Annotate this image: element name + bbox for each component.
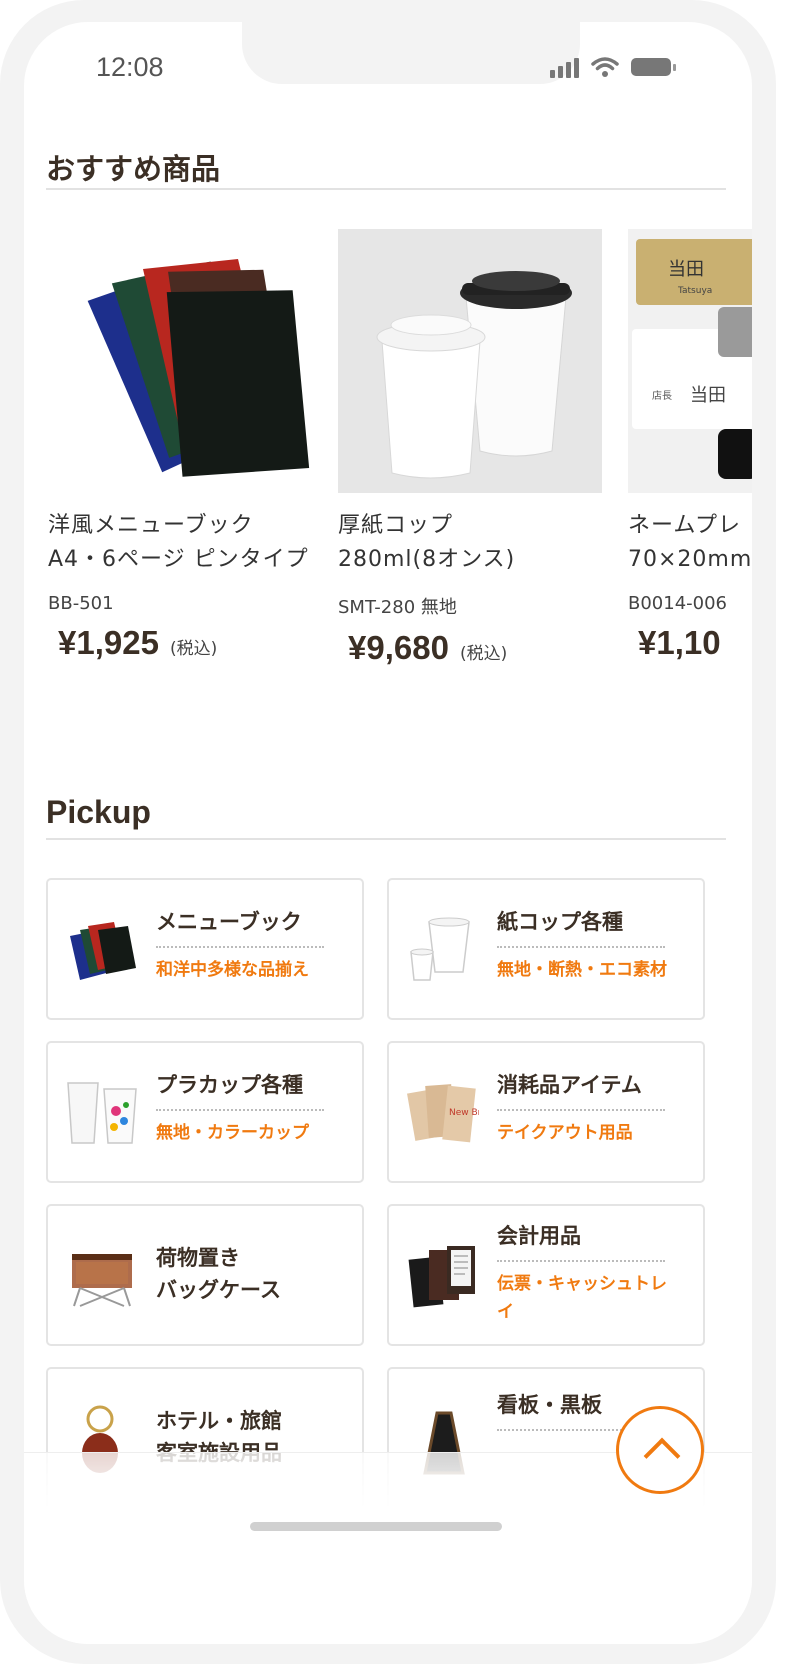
card-subtitle: 無地・カラーカップ [156, 1123, 309, 1143]
card-title: 会計用品 [497, 1220, 665, 1262]
card-subtitle-line2: イ [497, 1302, 514, 1322]
product-name-line2: 280ml(8オンス) [338, 547, 516, 572]
card-title: プラカップ各種 [156, 1069, 324, 1111]
card-title-line1: 荷物置き [156, 1246, 240, 1270]
product-code: BB-501 [48, 593, 114, 614]
product-price: ¥1,10 [638, 624, 752, 662]
card-text: 紙コップ各種 無地・断熱・エコ素材 [497, 906, 693, 984]
home-indicator[interactable] [250, 1522, 502, 1531]
notch [242, 22, 580, 84]
card-title: 消耗品アイテム [497, 1069, 665, 1111]
pickup-card-paper-cup[interactable]: 紙コップ各種 無地・断熱・エコ素材 [387, 878, 705, 1020]
product-code: SMT-280 無地 [338, 597, 457, 618]
price-value: ¥1,10 [638, 624, 721, 661]
plastic-cup-icon [66, 1077, 138, 1149]
product-name-line1: 洋風メニューブック [48, 513, 254, 538]
product-card[interactable]: 厚紙コップ 280ml(8オンス) SMT-280 無地 ¥9,680 (税込) [338, 229, 602, 667]
takeout-bag-icon: New Bread [407, 1077, 498, 1149]
product-name-line1: ネームプレ [628, 513, 742, 538]
product-name-line1: 厚紙コップ [338, 513, 454, 538]
bag-case-icon [66, 1240, 138, 1312]
pickup-card-accounting[interactable]: 会計用品 伝票・キャッシュトレ イ [387, 1204, 705, 1346]
paper-cup-icon [407, 914, 479, 986]
recommended-title: おすすめ商品 [46, 152, 221, 186]
card-title: メニューブック [156, 906, 324, 948]
card-subtitle: 和洋中多様な品揃え [156, 960, 309, 980]
pickup-card-consumables[interactable]: New Bread 消耗品アイテム テイクアウト用品 [387, 1041, 705, 1183]
card-title: 紙コップ各種 [497, 906, 665, 948]
product-image-name-plate[interactable]: 当田 Tatsuya 店長 当田 [628, 229, 752, 493]
card-subtitle-line1: 伝票・キャッシュトレ [497, 1274, 667, 1294]
card-title-line1: ホテル・旅館 [156, 1409, 282, 1433]
price-tax-label: (税込) [170, 639, 218, 659]
product-name-line2: A4・6ページ ピンタイプ [48, 547, 309, 572]
pickup-card-plastic-cup[interactable]: プラカップ各種 無地・カラーカップ [46, 1041, 364, 1183]
menu-book-icon [66, 914, 138, 986]
card-text: 会計用品 伝票・キャッシュトレ イ [497, 1220, 693, 1326]
recommended-divider [46, 188, 726, 190]
product-name-line2: 70×20mm [628, 547, 752, 572]
product-image-paper-cup[interactable] [338, 229, 602, 493]
pickup-card-bag-case[interactable]: 荷物置き バッグケース [46, 1204, 364, 1346]
wifi-icon [591, 57, 619, 77]
phone-frame: 12:08 おすすめ商品 洋風メニューブック A4・6ページ ピンタイプ BB-… [0, 0, 776, 1664]
plate-roman-text: Tatsuya [677, 286, 712, 296]
product-card[interactable]: 洋風メニューブック A4・6ページ ピンタイプ BB-501 ¥1,925 (税… [48, 229, 312, 662]
product-code: B0014-006 [628, 593, 728, 614]
scroll-top-button[interactable] [616, 1406, 704, 1494]
plate-name-text: 当田 [668, 259, 704, 280]
card-subtitle: 無地・断熱・エコ素材 [497, 960, 667, 980]
plate-role-text: 店長 [652, 389, 672, 402]
signal-icon [550, 56, 579, 78]
product-price: ¥1,925 (税込) [58, 624, 312, 662]
status-time: 12:08 [96, 52, 164, 82]
product-card[interactable]: 当田 Tatsuya 店長 当田 ネームプレ 70×20mm B0014-006… [628, 229, 752, 662]
bag-print-text: New Bread [449, 1108, 479, 1118]
product-price: ¥9,680 (税込) [348, 629, 602, 667]
price-value: ¥9,680 [348, 629, 449, 666]
battery-icon [631, 58, 676, 76]
product-image-menu-book[interactable] [48, 229, 312, 493]
card-text: プラカップ各種 無地・カラーカップ [156, 1069, 352, 1147]
card-text: メニューブック 和洋中多様な品揃え [156, 906, 352, 984]
check-holder-icon [407, 1240, 479, 1312]
phone-screen: 12:08 おすすめ商品 洋風メニューブック A4・6ページ ピンタイプ BB-… [24, 22, 752, 1644]
chevron-up-icon [643, 1437, 681, 1475]
plate-name-text-2: 当田 [690, 385, 726, 406]
price-value: ¥1,925 [58, 624, 159, 661]
pickup-divider [46, 838, 726, 840]
pickup-card-menu-book[interactable]: メニューブック 和洋中多様な品揃え [46, 878, 364, 1020]
card-subtitle: テイクアウト用品 [497, 1123, 633, 1143]
card-text: 荷物置き バッグケース [156, 1242, 352, 1306]
pickup-title: Pickup [46, 794, 151, 830]
price-tax-label: (税込) [460, 644, 508, 664]
card-text: 消耗品アイテム テイクアウト用品 [497, 1069, 693, 1147]
status-icons [550, 56, 676, 78]
card-title-line2: バッグケース [156, 1278, 281, 1302]
